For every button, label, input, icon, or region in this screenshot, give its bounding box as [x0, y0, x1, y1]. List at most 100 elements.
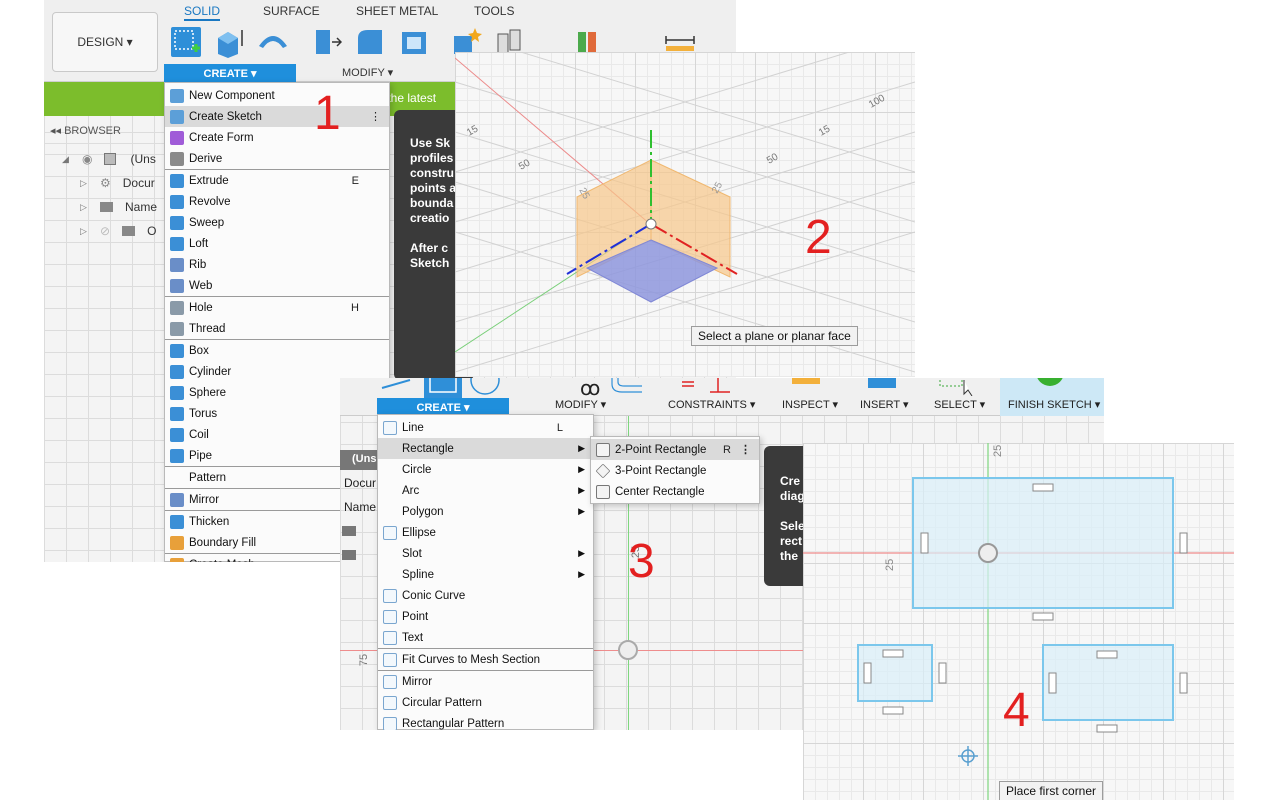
hidden-eye-icon[interactable]: ⊘ — [100, 224, 110, 238]
menu-item-spline[interactable]: Spline ▶ — [378, 564, 593, 585]
tree-row-root[interactable]: ◢ ◉ (Uns — [62, 152, 156, 166]
menu-item-label: Extrude — [189, 174, 229, 187]
menu-item-create-form[interactable]: Create Form — [165, 127, 389, 148]
expand-triangle-icon[interactable]: ▷ — [80, 202, 88, 213]
menu-item-ellipse[interactable]: Ellipse — [378, 522, 593, 543]
menu-item-label: Box — [189, 344, 209, 357]
tab-sheet-metal[interactable]: SHEET METAL — [356, 4, 438, 18]
sketch-canvas[interactable]: 25 25 — [803, 443, 1234, 800]
origin-point[interactable] — [645, 218, 657, 230]
place-corner-tooltip: Place first corner — [999, 781, 1104, 800]
menu-item-label: Circular Pattern — [402, 696, 482, 709]
submenu-item-center-rectangle[interactable]: Center Rectangle — [591, 481, 759, 502]
origin-point[interactable] — [618, 640, 638, 660]
eye-icon[interactable]: ◉ — [82, 152, 92, 166]
revolve-icon[interactable] — [257, 26, 289, 58]
menu-item-extrude[interactable]: Extrude E — [165, 170, 389, 191]
insert-icon[interactable] — [868, 378, 896, 388]
menu-item-box[interactable]: Box — [165, 340, 389, 361]
menu-item-rib[interactable]: Rib — [165, 254, 389, 275]
mirror-icon — [170, 492, 184, 507]
axis-tick-label: 15 — [817, 123, 833, 138]
tab-solid[interactable]: SOLID — [184, 4, 221, 21]
tab-tools[interactable]: TOOLS — [474, 4, 514, 18]
circle-tool-icon[interactable] — [468, 378, 502, 398]
create-sketch-icon[interactable] — [170, 26, 202, 58]
menu-item-polygon[interactable]: Polygon ▶ — [378, 501, 593, 522]
line-tool-icon[interactable] — [380, 378, 414, 398]
blank-icon — [383, 442, 397, 456]
step-number-3: 3 — [628, 535, 655, 588]
tree-label-document[interactable]: Docur — [344, 476, 376, 490]
menu-item-rectangular-pattern[interactable]: Rectangular Pattern — [378, 713, 593, 730]
menu-item-line[interactable]: Line L — [378, 417, 593, 438]
thread-icon — [170, 321, 184, 336]
menu-item-circle[interactable]: Circle ▶ — [378, 459, 593, 480]
finish-sketch-button[interactable]: FINISH SKETCH ▾ — [1008, 398, 1100, 411]
submenu-item-2-point-rectangle[interactable]: 2-Point Rectangle R ⋮ — [591, 439, 759, 460]
menu-item-label: Boundary Fill — [189, 536, 257, 549]
constraints-dropdown[interactable]: CONSTRAINTS ▾ — [668, 398, 755, 411]
tree-row-named-views[interactable]: ▷ Name — [80, 200, 157, 214]
rectangle-tool-icon[interactable] — [424, 378, 462, 398]
more-options-icon[interactable]: ⋮ — [740, 443, 751, 456]
fillet-icon[interactable] — [354, 26, 386, 58]
measure-icon[interactable] — [792, 378, 820, 384]
menu-item-slot[interactable]: Slot ▶ — [378, 543, 593, 564]
menu-item-conic-curve[interactable]: Conic Curve — [378, 585, 593, 606]
tab-surface[interactable]: SURFACE — [263, 4, 320, 18]
menu-item-fit-curves-to-mesh-section[interactable]: Fit Curves to Mesh Section — [378, 649, 593, 670]
cylinder-icon — [170, 364, 184, 379]
menu-item-derive[interactable]: Derive — [165, 148, 389, 169]
menu-item-label: Circle — [402, 463, 432, 476]
menu-item-rectangle[interactable]: Rectangle ▶ — [378, 438, 593, 459]
menu-item-circular-pattern[interactable]: Circular Pattern — [378, 692, 593, 713]
press-pull-icon[interactable] — [310, 26, 342, 58]
menu-item-hole[interactable]: Hole H — [165, 297, 389, 318]
menu-item-text[interactable]: Text — [378, 627, 593, 648]
menu-item-new-component[interactable]: New Component — [165, 85, 389, 106]
menu-item-mirror[interactable]: Mirror — [378, 671, 593, 692]
coil-icon — [170, 427, 184, 442]
shell-icon[interactable] — [398, 26, 430, 58]
submenu-arrow-icon: ▶ — [578, 485, 585, 495]
menu-item-point[interactable]: Point — [378, 606, 593, 627]
select-cursor-icon[interactable] — [938, 378, 978, 396]
sketch-toolbar: ꝏ CREATE ▾ MODIFY ▾ CONSTRAINTS ▾ INSPEC… — [340, 378, 1104, 416]
sketch-rectangle-large[interactable] — [912, 477, 1174, 609]
constraint-icon[interactable] — [680, 378, 730, 396]
submenu-item-3-point-rectangle[interactable]: 3-Point Rectangle — [591, 460, 759, 481]
modify-dropdown[interactable]: MODIFY ▾ — [342, 66, 393, 79]
extrude-icon[interactable] — [214, 26, 246, 58]
boundary-fill-icon — [170, 535, 184, 550]
menu-item-label: Rectangular Pattern — [402, 717, 505, 730]
inspect-dropdown[interactable]: INSPECT ▾ — [782, 398, 838, 411]
menu-item-sweep[interactable]: Sweep — [165, 212, 389, 233]
sweep-icon — [170, 215, 184, 230]
blank-icon — [383, 463, 397, 477]
collapse-triangle-icon[interactable]: ◢ — [62, 154, 70, 165]
select-dropdown[interactable]: SELECT ▾ — [934, 398, 985, 411]
browser-header[interactable]: ◂◂ BROWSER — [44, 118, 174, 144]
tree-label-named[interactable]: Name — [344, 500, 376, 514]
menu-item-thread[interactable]: Thread — [165, 318, 389, 339]
create-mesh-icon — [170, 557, 184, 562]
menu-item-loft[interactable]: Loft — [165, 233, 389, 254]
design-workspace-button[interactable]: DESIGN ▾ — [52, 12, 158, 72]
menu-item-web[interactable]: Web — [165, 275, 389, 296]
tree-row-origin[interactable]: ▷ ⊘ O — [80, 224, 156, 238]
sketch-create-menu: Line L Rectangle ▶ Circle ▶ Arc ▶ Polygon ▶ Ellips… — [377, 414, 594, 730]
tree-row-document-settings[interactable]: ▷ ⚙ Docur — [80, 176, 155, 190]
origin-point[interactable] — [978, 543, 998, 563]
menu-item-revolve[interactable]: Revolve — [165, 191, 389, 212]
tree-header-unsaved[interactable]: (Uns — [340, 450, 378, 470]
menu-item-create-sketch[interactable]: Create Sketch ⋮ — [165, 106, 389, 127]
create-dropdown[interactable]: CREATE ▾ — [164, 64, 296, 82]
menu-item-arc[interactable]: Arc ▶ — [378, 480, 593, 501]
offset-icon[interactable] — [610, 378, 644, 396]
sketch-modify-dropdown[interactable]: MODIFY ▾ — [555, 398, 606, 411]
expand-triangle-icon[interactable]: ▷ — [80, 226, 88, 237]
insert-dropdown[interactable]: INSERT ▾ — [860, 398, 909, 411]
expand-triangle-icon[interactable]: ▷ — [80, 178, 88, 189]
menu-item-label: Line — [402, 421, 424, 434]
